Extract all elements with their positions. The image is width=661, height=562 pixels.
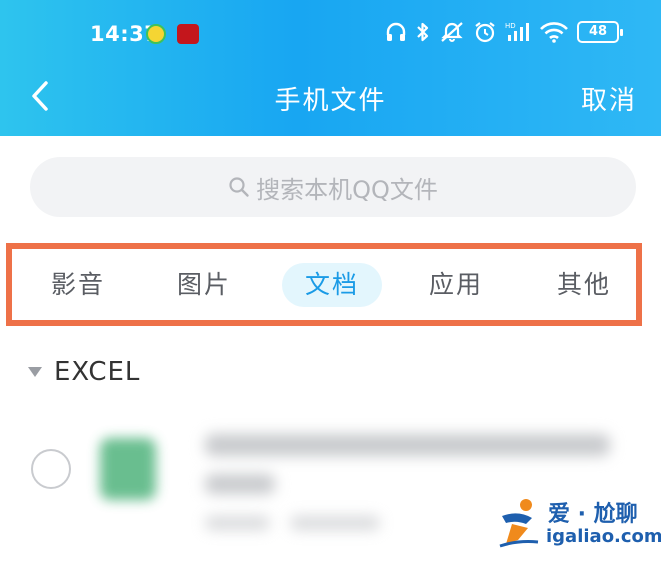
file-name-blurred [205, 434, 610, 456]
page-title: 手机文件 [274, 86, 387, 116]
notification-app-icon-2 [177, 24, 199, 44]
file-meta-blurred [205, 516, 270, 530]
signal-icon: HD [505, 20, 531, 44]
battery-indicator: 48 [577, 21, 623, 43]
alarm-icon [473, 20, 497, 44]
select-checkbox[interactable] [31, 449, 71, 489]
tab-apps[interactable]: 应用 [414, 263, 498, 307]
nav-bar: 手机文件 取消 [0, 66, 661, 124]
file-name-blurred-2 [205, 474, 275, 494]
bluetooth-icon [415, 20, 431, 44]
file-meta-blurred-2 [290, 516, 380, 530]
svg-text:HD: HD [505, 22, 516, 30]
excel-file-icon [100, 438, 156, 500]
watermark-url: igaliao.com [546, 526, 661, 547]
watermark: 爱 · 尬聊 igaliao.com [498, 492, 661, 556]
caret-down-icon [28, 367, 42, 377]
tab-other[interactable]: 其他 [542, 263, 626, 307]
status-icons: HD 48 [385, 20, 623, 44]
search-icon [229, 177, 249, 197]
tab-images[interactable]: 图片 [162, 263, 246, 307]
category-tabs: 影音 图片 文档 应用 其他 [12, 249, 636, 320]
cancel-button[interactable]: 取消 [581, 80, 637, 117]
section-title: EXCEL [54, 357, 141, 387]
watermark-logo-icon [499, 499, 539, 548]
status-bar: 14:37 HD 48 [0, 14, 661, 54]
mute-icon [439, 20, 465, 44]
wifi-icon [539, 20, 569, 44]
search-input[interactable]: 搜索本机QQ文件 [30, 157, 636, 217]
header: 14:37 HD 48 手机文件 取消 [0, 0, 661, 136]
tab-media[interactable]: 影音 [36, 263, 120, 307]
watermark-title: 爱 · 尬聊 [548, 502, 638, 527]
tab-documents[interactable]: 文档 [282, 263, 382, 307]
headphones-icon [385, 21, 407, 43]
search-placeholder: 搜索本机QQ文件 [256, 175, 438, 204]
section-header-excel[interactable]: EXCEL [28, 352, 140, 392]
notification-app-icon [146, 24, 166, 44]
